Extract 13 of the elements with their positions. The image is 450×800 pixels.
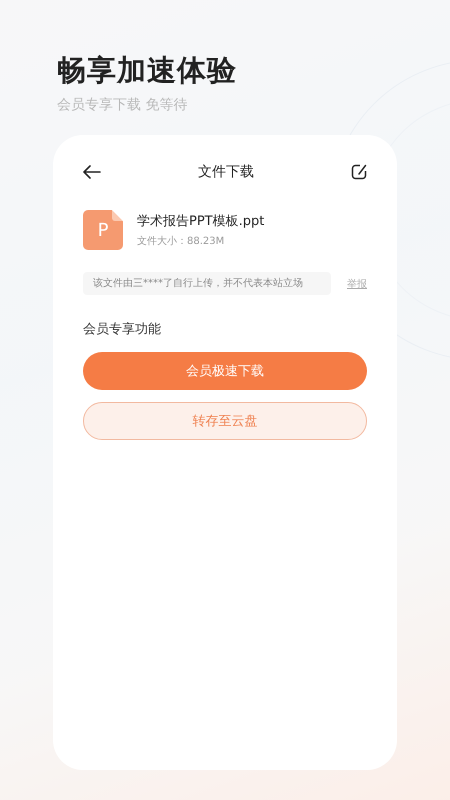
save-to-cloud-button[interactable]: 转存至云盘 (83, 402, 367, 440)
file-size: 文件大小：88.23M (137, 234, 226, 248)
ppt-file-icon: P (83, 210, 123, 250)
share-icon[interactable] (351, 164, 367, 180)
report-link[interactable]: 举报 (347, 276, 367, 290)
page-title: 文件下载 (198, 163, 254, 181)
upload-notice: 该文件由三****了自行上传，并不代表本站立场 (83, 272, 331, 295)
back-icon[interactable] (83, 165, 101, 179)
download-button[interactable]: 会员极速下载 (83, 352, 367, 390)
file-name: 学术报告PPT模板.ppt (137, 212, 264, 230)
subtitle: 会员专享下载 免等待 (57, 96, 188, 114)
section-title: 会员专享功能 (83, 321, 162, 338)
headline: 畅享加速体验 (57, 52, 238, 88)
